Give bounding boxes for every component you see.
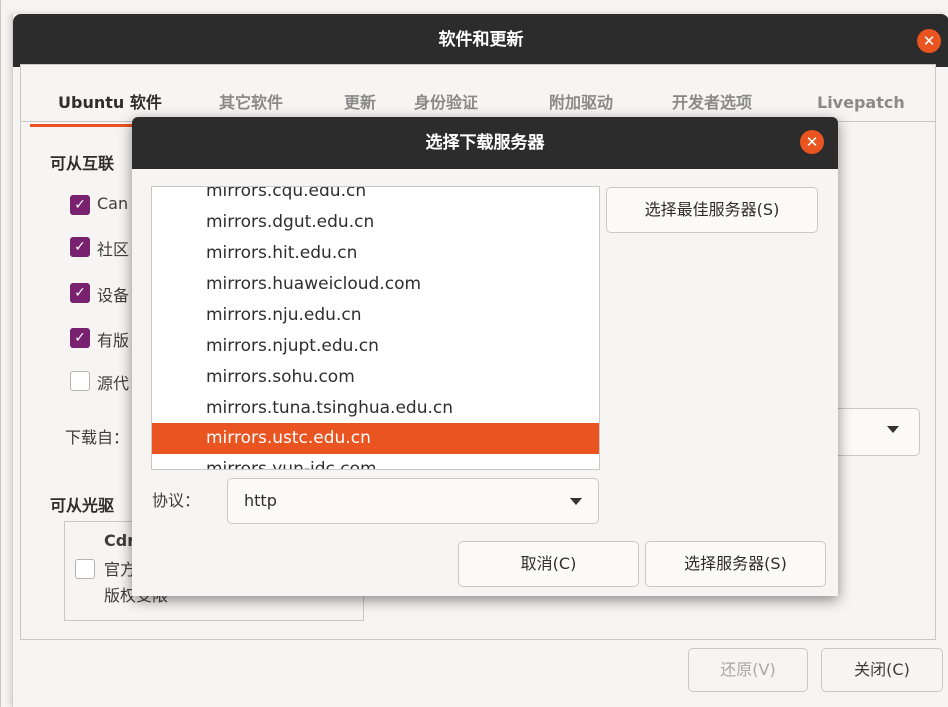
- revert-button[interactable]: 还原(V): [688, 648, 808, 692]
- cancel-button[interactable]: 取消(C): [458, 541, 639, 587]
- window-close-icon[interactable]: ✕: [917, 29, 941, 53]
- checkbox-device-label: 设备: [97, 286, 130, 305]
- checkbox-source-code[interactable]: [70, 371, 90, 391]
- server-item[interactable]: mirrors.dgut.edu.cn: [152, 207, 599, 238]
- select-best-server-button[interactable]: 选择最佳服务器(S): [606, 187, 818, 233]
- chevron-down-icon: [570, 498, 582, 505]
- desktop-edge: [0, 0, 1, 707]
- server-item[interactable]: mirrors.sohu.com: [152, 362, 599, 393]
- checkbox-device[interactable]: ✓: [70, 283, 90, 303]
- checkbox-cdrom[interactable]: [75, 559, 95, 579]
- tab-updates[interactable]: 更新: [344, 91, 376, 115]
- cdrom-name: Cdr: [104, 531, 136, 550]
- tab-developer-options[interactable]: 开发者选项: [672, 91, 752, 115]
- tab-authentication[interactable]: 身份验证: [414, 91, 478, 115]
- checkbox-canonical-label: Can: [97, 194, 129, 213]
- tab-other-software[interactable]: 其它软件: [219, 91, 283, 115]
- server-item-selected[interactable]: mirrors.ustc.edu.cn: [152, 423, 599, 454]
- section-cdrom-title: 可从光驱: [50, 496, 115, 515]
- server-item[interactable]: mirrors.huaweicloud.com: [152, 269, 599, 300]
- chevron-down-icon: [887, 426, 899, 433]
- protocol-combo[interactable]: http: [227, 478, 599, 524]
- server-item[interactable]: mirrors.nju.edu.cn: [152, 300, 599, 331]
- dialog-title: 选择下载服务器: [425, 133, 545, 153]
- window-title: 软件和更新: [438, 30, 524, 50]
- tab-additional-drivers[interactable]: 附加驱动: [549, 91, 613, 115]
- tab-bar: Ubuntu 软件 其它软件 更新 身份验证 附加驱动 开发者选项 Livepa…: [20, 64, 936, 122]
- checkbox-community[interactable]: ✓: [70, 237, 90, 257]
- server-item[interactable]: mirrors.hit.edu.cn: [152, 238, 599, 269]
- close-button[interactable]: 关闭(C): [821, 648, 943, 692]
- checkbox-source-code-label: 源代: [97, 374, 130, 393]
- choose-server-button[interactable]: 选择服务器(S): [645, 541, 826, 587]
- dialog-close-icon[interactable]: ✕: [800, 130, 824, 154]
- protocol-value: http: [244, 491, 277, 510]
- download-from-combo[interactable]: [838, 408, 920, 456]
- checkbox-restricted[interactable]: ✓: [70, 328, 90, 348]
- checkbox-restricted-label: 有版: [97, 331, 130, 350]
- checkbox-community-label: 社区: [97, 240, 130, 259]
- section-internet-title: 可从互联: [50, 154, 115, 173]
- tab-ubuntu-software[interactable]: Ubuntu 软件: [58, 91, 162, 115]
- download-from-label: 下载自：: [65, 428, 130, 447]
- server-item[interactable]: mirrors.cqu.edu.cn: [152, 187, 599, 207]
- checkbox-canonical[interactable]: ✓: [70, 195, 90, 215]
- server-item[interactable]: mirrors.tuna.tsinghua.edu.cn: [152, 393, 599, 424]
- server-item[interactable]: mirrors.njupt.edu.cn: [152, 331, 599, 362]
- tab-livepatch[interactable]: Livepatch: [817, 91, 905, 115]
- server-list[interactable]: mirrors.cqu.edu.cn mirrors.dgut.edu.cn m…: [151, 186, 600, 470]
- server-item[interactable]: mirrors.yun-idc.com: [152, 454, 599, 469]
- choose-server-dialog: 选择下载服务器 ✕ mirrors.cqu.edu.cn mirrors.dgu…: [132, 117, 838, 596]
- protocol-label: 协议：: [152, 491, 201, 510]
